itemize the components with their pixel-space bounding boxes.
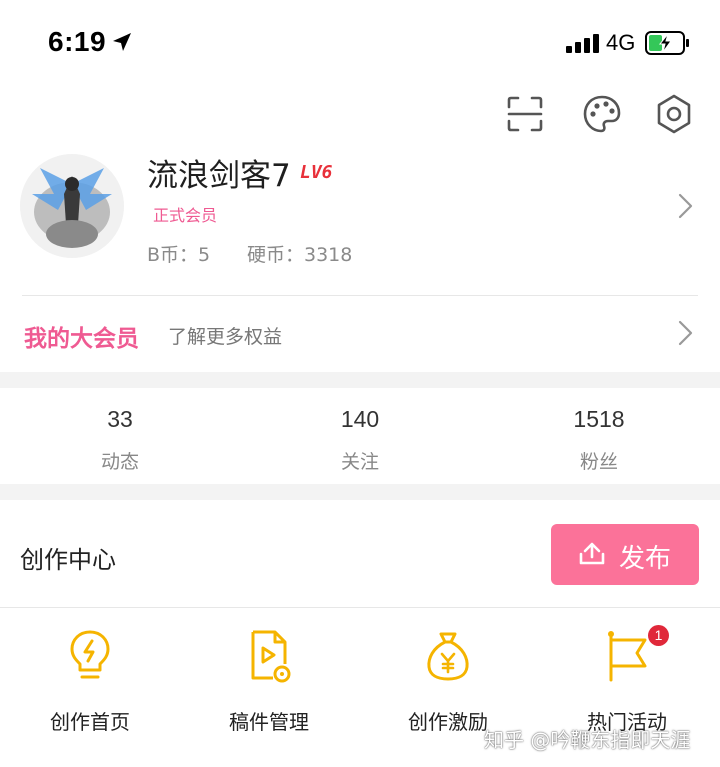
status-time: 6:19 — [48, 26, 107, 57]
stat-label: 粉丝 — [579, 451, 618, 473]
section-gap — [0, 372, 720, 388]
b-coin-balance: B币：5 — [147, 244, 211, 266]
video-file-icon — [251, 630, 291, 683]
battery-charging-icon — [645, 31, 689, 55]
stat-dynamics[interactable]: 33 动态 — [40, 406, 200, 474]
bulb-icon — [70, 630, 110, 679]
divider — [22, 295, 698, 296]
section-gap — [0, 484, 720, 500]
settings-icon[interactable] — [654, 94, 694, 134]
membership-badge: 正式会员 — [153, 206, 218, 225]
avatar-image — [20, 154, 124, 258]
cellular-signal-icon — [566, 34, 599, 53]
vip-subtitle: 了解更多权益 — [168, 326, 283, 348]
tool-label: 创作首页 — [50, 710, 130, 734]
vip-title: 我的大会员 — [24, 326, 139, 352]
tool-label: 稿件管理 — [229, 710, 309, 734]
coin-balance: 硬币：3318 — [247, 244, 353, 266]
chevron-right-icon[interactable] — [676, 192, 696, 220]
tool-creator-incentive[interactable]: 创作激励 — [378, 628, 518, 735]
flag-icon — [608, 631, 647, 682]
stat-value: 1518 — [573, 406, 625, 432]
stat-followers[interactable]: 1518 粉丝 — [519, 406, 679, 474]
watermark: 知乎 @吟鞭东指即天涯 — [484, 728, 691, 752]
creator-center-title: 创作中心 — [20, 546, 116, 574]
location-arrow-icon — [113, 33, 131, 51]
status-bar: 6:19 4G — [0, 0, 720, 88]
network-type: 4G — [606, 30, 636, 55]
stat-following[interactable]: 140 关注 — [280, 406, 440, 474]
theme-palette-icon[interactable] — [582, 94, 622, 134]
upload-icon — [579, 542, 605, 565]
stat-label: 关注 — [340, 451, 379, 473]
stat-value: 33 — [107, 406, 133, 432]
tool-manuscript-management[interactable]: 稿件管理 — [199, 628, 339, 735]
divider — [0, 607, 720, 608]
publish-label: 发布 — [619, 544, 672, 574]
username: 流浪剑客7 — [147, 158, 291, 194]
scan-icon[interactable] — [505, 94, 545, 134]
avatar[interactable] — [20, 154, 124, 258]
tool-creator-home[interactable]: 创作首页 — [20, 628, 160, 735]
notification-badge: 1 — [648, 625, 669, 646]
tool-hot-events[interactable]: 热门活动 — [557, 628, 697, 735]
stat-label: 动态 — [100, 451, 139, 473]
level-badge: LV6 — [300, 162, 333, 183]
chevron-right-icon — [678, 320, 693, 346]
money-bag-icon — [427, 632, 469, 681]
publish-button[interactable]: 发布 — [551, 524, 699, 585]
stat-value: 140 — [340, 406, 380, 432]
